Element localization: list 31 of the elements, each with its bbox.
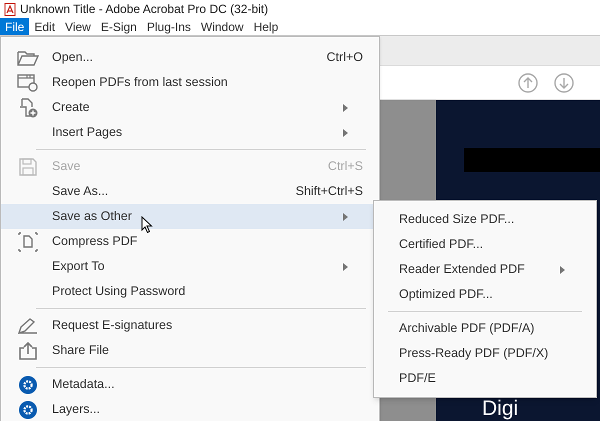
menu-item[interactable]: Layers...: [1, 397, 379, 421]
pdf-file-icon: [4, 2, 16, 16]
menu-bar-item[interactable]: Plug-Ins: [142, 18, 196, 35]
menu-item[interactable]: Create: [1, 95, 379, 120]
submenu-arrow-icon: [343, 104, 348, 112]
menu-bar-item[interactable]: E-Sign: [96, 18, 142, 35]
gear-icon: [18, 376, 36, 394]
submenu-arrow-icon: [343, 262, 348, 270]
menu-item[interactable]: Open... Ctrl+O: [1, 45, 379, 70]
pen-signature-icon: [16, 316, 38, 334]
document-heading: Digi: [482, 398, 518, 419]
window-title: Unknown Title - Adobe Acrobat Pro DC (32-bit): [20, 3, 268, 15]
gear-icon: [18, 400, 36, 418]
submenu-arrow-icon: [560, 266, 565, 274]
reopen-files-icon: [16, 74, 38, 92]
menu-bar-item[interactable]: File: [0, 18, 30, 35]
folder-icon: [16, 50, 38, 66]
menu-bar-item[interactable]: Help: [248, 18, 284, 35]
compress-file-icon: [18, 232, 38, 252]
create-file-icon: [18, 98, 38, 118]
menu-bar-item[interactable]: Window: [196, 18, 249, 35]
menu-item[interactable]: Insert Pages: [1, 120, 379, 145]
menu-bar-item[interactable]: View: [60, 18, 96, 35]
menu-item[interactable]: Optimized PDF...: [374, 282, 596, 307]
menu-bar-item[interactable]: Edit: [29, 18, 60, 35]
submenu-arrow-icon: [343, 128, 348, 136]
submenu-arrow-icon: [343, 212, 348, 220]
menu-item[interactable]: Reopen PDFs from last session: [1, 70, 379, 95]
mouse-cursor-icon: [141, 216, 153, 234]
share-icon: [18, 342, 38, 360]
menu-item[interactable]: Save As... Shift+Ctrl+S: [1, 179, 379, 204]
